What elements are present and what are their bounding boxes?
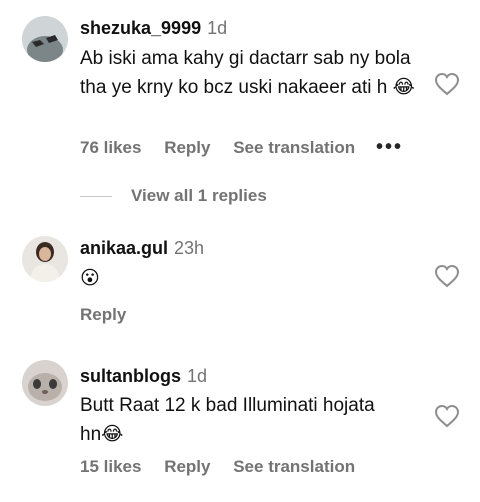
heart-icon[interactable] [434, 72, 460, 96]
avatar[interactable] [22, 16, 68, 62]
likes-count[interactable]: 76 likes [80, 138, 141, 157]
laughing-emoji: 😂 [101, 423, 124, 445]
comment-actions: 15 likes Reply See translation [80, 457, 373, 477]
username[interactable]: anikaa.gul 23h [80, 238, 204, 259]
comment-actions: Reply [80, 305, 144, 325]
timestamp: 1d [187, 366, 208, 386]
reply-button[interactable]: Reply [164, 138, 210, 157]
reply-button[interactable]: Reply [80, 305, 126, 324]
comment-actions: 76 likes Reply See translation [80, 138, 373, 158]
see-translation-button[interactable]: See translation [233, 138, 355, 157]
timestamp: 23h [174, 238, 205, 258]
timestamp: 1d [207, 18, 228, 38]
avatar[interactable] [22, 236, 68, 282]
username[interactable]: shezuka_9999 1d [80, 18, 227, 39]
heart-icon[interactable] [434, 264, 460, 288]
comment-text: 😮 [80, 264, 420, 293]
more-options-icon[interactable]: ••• [376, 136, 403, 159]
reply-button[interactable]: Reply [164, 457, 210, 476]
likes-count[interactable]: 15 likes [80, 457, 141, 476]
avatar[interactable] [22, 360, 68, 406]
laughing-emoji: 😂 [392, 76, 415, 98]
surprised-emoji: 😮 [80, 267, 100, 289]
comment-text: Ab iski ama kahy gi dactarr sab ny bola … [80, 45, 420, 102]
comment-text: Butt Raat 12 k bad Illuminati hojata hn😂 [80, 392, 400, 449]
see-translation-button[interactable]: See translation [233, 457, 355, 476]
username[interactable]: sultanblogs 1d [80, 366, 207, 387]
heart-icon[interactable] [434, 404, 460, 428]
view-replies-button[interactable]: View all 1 replies [131, 186, 267, 206]
replies-divider [80, 196, 112, 197]
